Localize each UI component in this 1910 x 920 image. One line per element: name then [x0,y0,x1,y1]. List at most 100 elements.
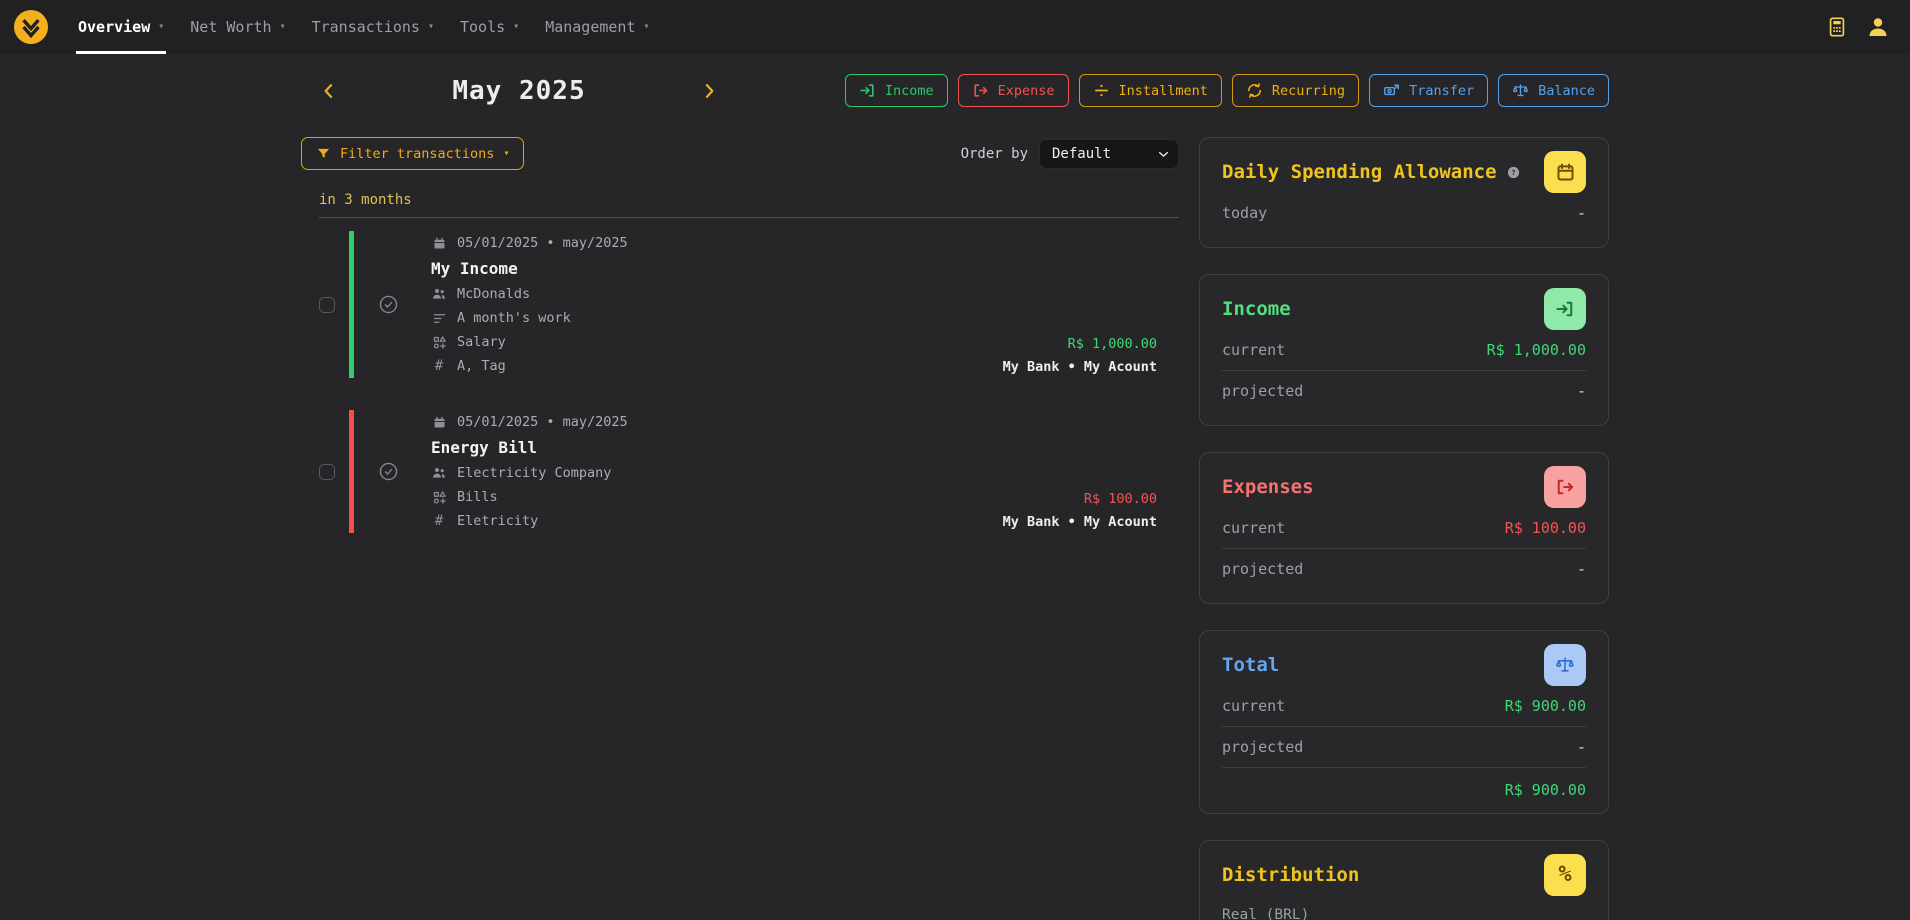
transaction-contact: McDonalds [457,286,530,302]
transaction-row-expense[interactable]: 05/01/2025 • may/2025 Energy Bill Electr… [319,397,1179,542]
add-expense-button[interactable]: Expense [958,74,1069,107]
transaction-contact-row: Electricity Company [431,461,1003,485]
add-transfer-button[interactable]: Transfer [1369,74,1488,107]
transaction-category-row: Salary [431,330,1003,354]
funnel-icon [316,146,331,161]
percent-glyph: % [1558,864,1571,886]
row-value: - [1577,738,1586,756]
add-recurring-button[interactable]: Recurring [1232,74,1359,107]
row-label: today [1222,204,1267,222]
content-columns: Filter transactions ▾ Order by Default [301,137,1609,920]
transaction-details: 05/01/2025 • may/2025 Energy Bill Electr… [431,410,1003,533]
transaction-contact: Electricity Company [457,465,611,481]
row-label: current [1222,697,1285,715]
action-label: Expense [998,83,1055,99]
nav-item-overview[interactable]: Overview ▾ [78,0,164,54]
row-label: projected [1222,382,1303,400]
distribution-card: Distribution % Real (BRL) [1199,840,1609,920]
action-label: Income [885,83,934,99]
income-badge-icon [1544,288,1586,330]
transaction-tags: A, Tag [457,358,506,374]
main-container: May 2025 Income Expense [301,54,1609,920]
circle-check-icon[interactable] [378,461,399,482]
nav-item-transactions[interactable]: Transactions ▾ [312,0,434,54]
add-income-button[interactable]: Income [845,74,948,107]
transaction-date-row: 05/01/2025 • may/2025 [431,231,1003,255]
transaction-accounts: My Bank • My Acount [1003,514,1157,530]
transaction-row-income[interactable]: 05/01/2025 • may/2025 My Income McDonald… [319,218,1179,387]
transaction-tags-row: # Eletricity [431,509,1003,533]
transaction-description-row: A month's work [431,306,1003,330]
order-by-select-wrap: Default [1039,139,1179,169]
transaction-date: 05/01/2025 • may/2025 [457,414,628,430]
list-toolbar: Filter transactions ▾ Order by Default [301,137,1179,170]
calendar-badge-icon [1544,151,1586,193]
expense-icon [972,82,989,99]
card-title: Distribution [1222,864,1359,886]
row-label: projected [1222,560,1303,578]
card-row-current: current R$ 100.00 [1222,508,1586,549]
action-label: Installment [1119,83,1208,99]
row-value: - [1577,382,1586,400]
transaction-category-row: Bills [431,485,1003,509]
transaction-date-row: 05/01/2025 • may/2025 [431,410,1003,434]
user-icon[interactable] [1866,15,1890,39]
expense-badge-icon [1544,466,1586,508]
transaction-action-buttons: Income Expense Installment [845,74,1609,107]
app-logo[interactable] [14,10,48,44]
help-icon[interactable]: ? [1506,165,1521,180]
transaction-body: 05/01/2025 • may/2025 Energy Bill Electr… [431,410,1179,533]
transaction-tags: Eletricity [457,513,538,529]
calculator-icon[interactable] [1826,16,1848,38]
calendar-icon [431,236,447,251]
transaction-checkbox[interactable] [319,297,335,313]
card-row-projected: projected - [1222,549,1586,589]
card-row-projected: projected - [1222,371,1586,411]
order-by-select[interactable]: Default [1039,139,1179,169]
nav-left: Overview ▾ Net Worth ▾ Transactions ▾ To… [14,0,650,54]
transaction-description: A month's work [457,310,571,326]
summary-column: Daily Spending Allowance ? today - [1199,137,1609,920]
balance-button[interactable]: Balance [1498,74,1609,107]
header-row: May 2025 Income Expense [301,74,1609,107]
transaction-contact-row: McDonalds [431,282,1003,306]
transaction-group: in 3 months [319,192,1179,542]
nav-item-management[interactable]: Management ▾ [545,0,649,54]
category-icon [431,490,447,505]
circle-check-icon[interactable] [378,294,399,315]
transaction-type-bar [349,231,354,378]
action-label: Balance [1538,83,1595,99]
card-title: Expenses [1222,476,1314,498]
balance-scale-icon [1512,82,1529,99]
nav-item-label: Management [545,18,635,36]
next-month-button[interactable] [699,81,719,101]
description-lines-icon [431,311,447,326]
add-installment-button[interactable]: Installment [1079,74,1222,107]
card-title-text: Daily Spending Allowance [1222,161,1497,183]
card-header: Distribution % [1222,854,1586,896]
nav-item-net-worth[interactable]: Net Worth ▾ [190,0,285,54]
transactions-column: Filter transactions ▾ Order by Default [301,137,1179,920]
action-label: Transfer [1409,83,1474,99]
order-by-group: Order by Default [961,139,1179,169]
card-row-projected: projected - [1222,727,1586,768]
total-footer-value: R$ 900.00 [1505,781,1586,799]
caret-down-icon: ▾ [644,22,650,32]
transaction-type-bar [349,410,354,533]
top-navbar: Overview ▾ Net Worth ▾ Transactions ▾ To… [0,0,1910,54]
recurring-icon [1246,82,1263,99]
transaction-date: 05/01/2025 • may/2025 [457,235,628,251]
transaction-tags-row: # A, Tag [431,354,1003,378]
distribution-currency-label: Real (BRL) [1222,907,1586,920]
filter-transactions-button[interactable]: Filter transactions ▾ [301,137,524,170]
transaction-checkbox[interactable] [319,464,335,480]
app-page: Overview ▾ Net Worth ▾ Transactions ▾ To… [0,0,1910,920]
row-value: - [1577,204,1586,222]
card-title: Income [1222,298,1291,320]
row-value: R$ 1,000.00 [1487,341,1586,359]
income-icon [859,82,876,99]
nav-item-tools[interactable]: Tools ▾ [460,0,519,54]
transaction-amount: R$ 100.00 [1084,491,1157,507]
card-row-current: current R$ 900.00 [1222,686,1586,727]
previous-month-button[interactable] [319,81,339,101]
